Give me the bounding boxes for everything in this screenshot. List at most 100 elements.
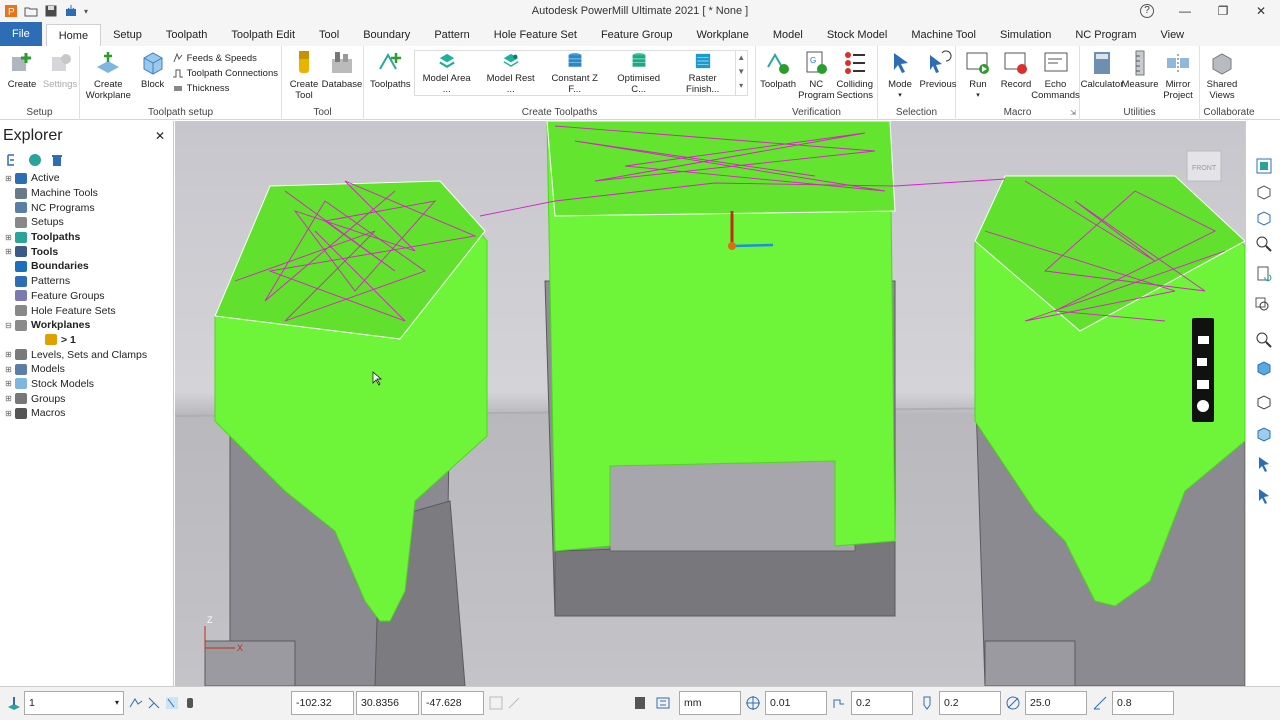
workplane-dropdown-icon[interactable]: ▾ xyxy=(115,692,119,714)
optimised-constant-z-button[interactable]: Optimised C... xyxy=(607,51,671,95)
explorer-item-models[interactable]: ⊞ Models xyxy=(4,362,173,377)
iso-view-icon[interactable] xyxy=(1255,183,1273,201)
tab-setup[interactable]: Setup xyxy=(101,24,154,46)
import-icon[interactable] xyxy=(64,4,78,18)
explorer-item-feature-groups[interactable]: Feature Groups xyxy=(4,289,173,304)
explorer-item-active[interactable]: ⊞ Active xyxy=(4,171,173,186)
tab-view[interactable]: View xyxy=(1148,24,1196,46)
explorer-item-workplanes[interactable]: ⊟ Workplanes xyxy=(4,318,173,333)
tab-model[interactable]: Model xyxy=(761,24,815,46)
run-macro-button[interactable]: Run ▾ xyxy=(959,49,997,101)
zoom-icon[interactable] xyxy=(1255,235,1273,253)
tab-workplane[interactable]: Workplane xyxy=(684,24,760,46)
tree-expander-icon[interactable]: ⊞ xyxy=(4,379,13,388)
feeds-speeds-button[interactable]: Feeds & Speeds xyxy=(172,52,278,64)
tab-simulation[interactable]: Simulation xyxy=(988,24,1063,46)
minimize-button[interactable]: — xyxy=(1166,0,1204,22)
tab-hole-feature-set[interactable]: Hole Feature Set xyxy=(482,24,589,46)
database-button[interactable]: Database xyxy=(322,49,362,90)
tab-tool[interactable]: Tool xyxy=(307,24,351,46)
calculator-status-icon[interactable] xyxy=(632,695,648,711)
z-coordinate-field[interactable]: -47.628 xyxy=(421,691,484,715)
colliding-sections-button[interactable]: Colliding Sections xyxy=(836,49,874,101)
tab-home[interactable]: Home xyxy=(45,24,102,46)
snap-mode-icon[interactable] xyxy=(146,695,162,711)
gallery-more-icon[interactable]: ▾ xyxy=(739,79,743,93)
gallery-down-icon[interactable]: ▼ xyxy=(737,65,745,79)
open-folder-icon[interactable] xyxy=(24,4,38,18)
record-macro-button[interactable]: Record xyxy=(997,49,1035,90)
units-field[interactable]: mm xyxy=(679,691,741,715)
diameter-field[interactable]: 25.0 xyxy=(1025,691,1087,715)
explorer-item-stock-models[interactable]: ⊞ Stock Models xyxy=(4,377,173,392)
gallery-up-icon[interactable]: ▲ xyxy=(737,51,745,65)
shared-views-button[interactable]: Shared Views xyxy=(1203,49,1241,101)
diameter-icon[interactable] xyxy=(1005,695,1021,711)
restore-button[interactable]: ❐ xyxy=(1204,0,1242,22)
create-tool-button[interactable]: Create Tool xyxy=(285,49,323,101)
explorer-tree-icon[interactable] xyxy=(6,153,20,167)
model-area-clearance-button[interactable]: Model Area ... xyxy=(415,51,479,95)
polar-coordinates-icon[interactable] xyxy=(506,695,522,711)
nc-program-verify-button[interactable]: G NC Program xyxy=(797,49,835,101)
tab-boundary[interactable]: Boundary xyxy=(351,24,422,46)
toolpath-connections-button[interactable]: Toolpath Connections xyxy=(172,67,278,79)
tab-stock-model[interactable]: Stock Model xyxy=(815,24,900,46)
axial-thickness-icon[interactable] xyxy=(919,695,935,711)
tree-expander-icon[interactable]: ⊞ xyxy=(4,365,13,374)
zoom-fit-icon[interactable] xyxy=(1255,331,1273,349)
explorer-item-toolpaths[interactable]: ⊞ Toolpaths xyxy=(4,230,173,245)
tab-toolpath[interactable]: Toolpath xyxy=(154,24,220,46)
refresh-view-icon[interactable] xyxy=(1255,265,1273,283)
tree-expander-icon[interactable]: ⊞ xyxy=(4,233,13,242)
wireframe-view-icon[interactable] xyxy=(1255,393,1273,411)
shaded-view-icon[interactable] xyxy=(1255,359,1273,377)
previous-selection-button[interactable]: Previous xyxy=(919,49,957,90)
explorer-globe-icon[interactable] xyxy=(28,153,42,167)
stepover-icon[interactable] xyxy=(1092,695,1108,711)
tree-expander-icon[interactable]: ⊟ xyxy=(4,321,13,330)
tree-expander-icon[interactable]: ⊞ xyxy=(4,409,13,418)
camera-icon[interactable] xyxy=(1198,336,1209,344)
cube-view-icon[interactable] xyxy=(1255,209,1273,227)
tree-expander-icon[interactable]: ⊞ xyxy=(4,394,13,403)
explorer-item-levels-sets-and-clamps[interactable]: ⊞ Levels, Sets and Clamps xyxy=(4,347,173,362)
thickness-status-icon[interactable] xyxy=(831,695,847,711)
model-rest-clearance-button[interactable]: Model Rest ... xyxy=(479,51,543,95)
explorer-item-groups[interactable]: ⊞ Groups xyxy=(4,391,173,406)
stepover-field[interactable]: 0.8 xyxy=(1112,691,1174,715)
close-button[interactable]: ✕ xyxy=(1242,0,1280,22)
tolerance-icon[interactable] xyxy=(745,695,761,711)
delta-coordinates-icon[interactable] xyxy=(488,695,504,711)
help-icon[interactable]: ? xyxy=(1140,4,1154,18)
create-setup-button[interactable]: Create xyxy=(3,49,41,90)
settings-button[interactable]: Settings xyxy=(41,49,79,90)
drag-select-icon[interactable] xyxy=(1255,487,1273,505)
explorer-item-tools[interactable]: ⊞ Tools xyxy=(4,244,173,259)
tab-toolpath-edit[interactable]: Toolpath Edit xyxy=(219,24,307,46)
y-coordinate-field[interactable]: 30.8356 xyxy=(356,691,419,715)
constant-z-finishing-button[interactable]: Constant Z F... xyxy=(543,51,607,95)
tab-machine-tool[interactable]: Machine Tool xyxy=(899,24,988,46)
toolpaths-button[interactable]: Toolpaths xyxy=(367,49,414,90)
graphics-viewport[interactable]: Z X FRONT xyxy=(175,121,1245,686)
thickness-field[interactable]: 0.2 xyxy=(851,691,913,715)
explorer-item-nc-programs[interactable]: NC Programs xyxy=(4,200,173,215)
tree-expander-icon[interactable]: ⊞ xyxy=(4,350,13,359)
window-capture-icon[interactable] xyxy=(1197,380,1209,389)
explorer-close-icon[interactable]: ✕ xyxy=(155,129,165,143)
qat-dropdown-icon[interactable]: ▾ xyxy=(84,7,88,16)
model-scene[interactable]: Z X FRONT xyxy=(175,121,1245,686)
calculator-button[interactable]: Calculator xyxy=(1081,49,1123,90)
units-icon[interactable] xyxy=(655,695,671,711)
tolerance-field[interactable]: 0.01 xyxy=(765,691,827,715)
explorer-item-setups[interactable]: Setups xyxy=(4,215,173,230)
thickness-button[interactable]: Thickness xyxy=(172,82,278,94)
save-icon[interactable] xyxy=(44,4,58,18)
zoom-box-icon[interactable] xyxy=(1255,297,1273,315)
measure-button[interactable]: Measure xyxy=(1121,49,1159,90)
video-icon[interactable] xyxy=(1197,358,1207,366)
capture-settings-gear-icon[interactable] xyxy=(1197,400,1209,412)
select-tool-icon[interactable] xyxy=(1255,455,1273,473)
tab-feature-group[interactable]: Feature Group xyxy=(589,24,685,46)
